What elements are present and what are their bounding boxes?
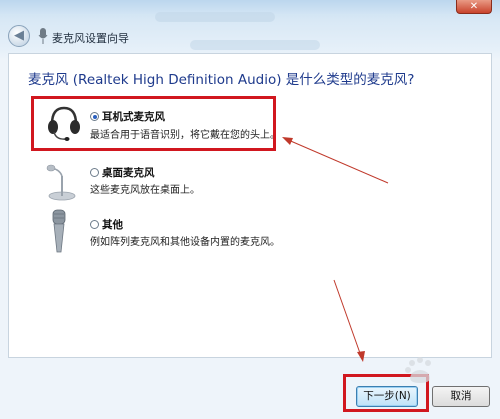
microphone-icon [38,28,48,44]
option-description: 例如阵列麦克风和其他设备内置的麦克风。 [90,237,280,248]
annotation-box-headset [31,96,276,151]
question-heading: 麦克风 (Realtek High Definition Audio) 是什么类… [28,72,415,88]
option-description: 这些麦克风放在桌面上。 [90,185,200,196]
radio-other[interactable] [90,220,99,229]
option-label: 桌面麦克风 [102,167,155,179]
desktop-mic-icon [46,164,76,201]
back-button[interactable]: ◀ [8,25,30,47]
wizard-window: ✕ ◀ 麦克风设置向导 麦克风 (Realtek High Definition… [0,0,500,419]
next-button[interactable]: 下一步(N) [356,386,418,407]
option-label: 其他 [102,219,123,231]
wizard-title: 麦克风设置向导 [52,32,129,45]
nav-bar: ◀ 麦克风设置向导 [0,22,500,50]
close-button[interactable]: ✕ [456,0,492,14]
background-blur [155,12,275,22]
handheld-mic-icon [52,209,66,253]
radio-desktop[interactable] [90,168,99,177]
cancel-button[interactable]: 取消 [432,386,490,407]
